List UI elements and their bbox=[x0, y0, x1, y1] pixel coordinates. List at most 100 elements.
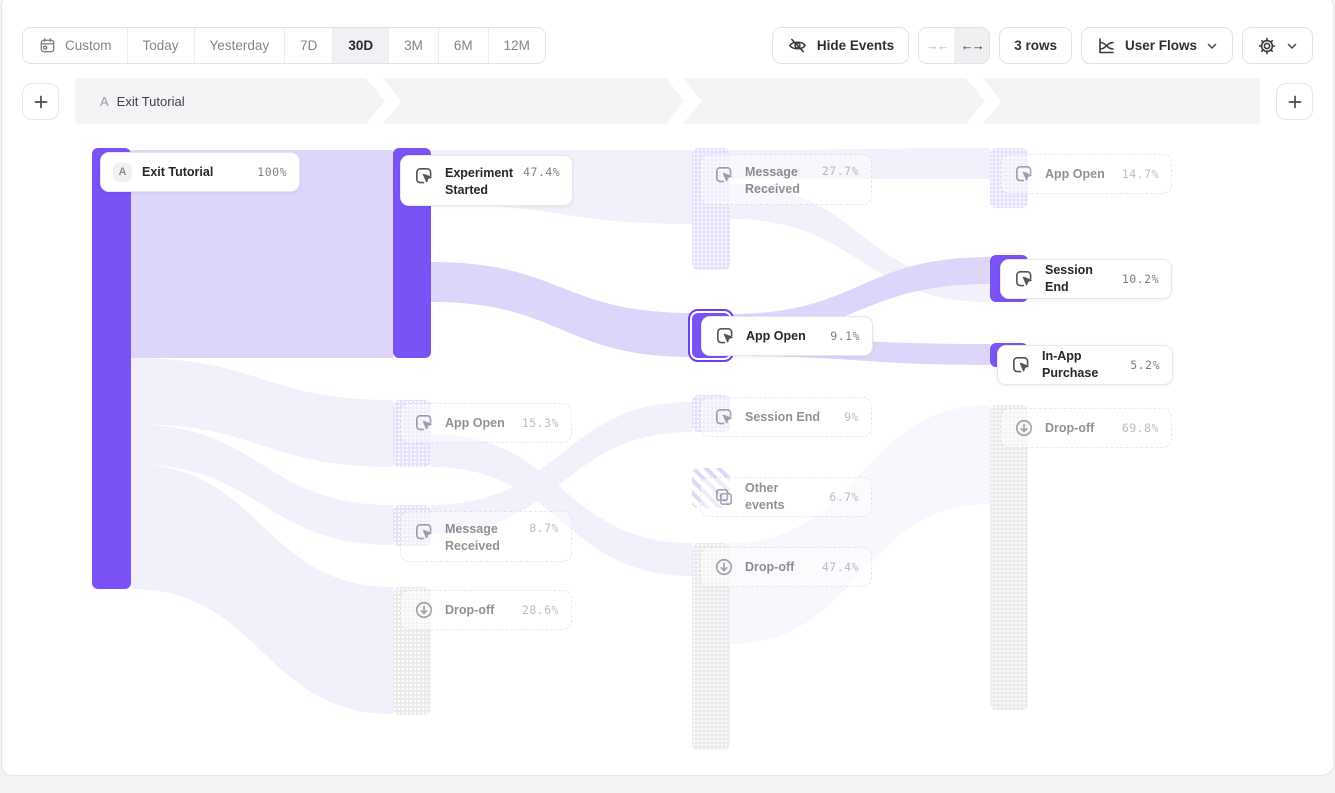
step-letter: A bbox=[100, 94, 109, 109]
expand-columns-button[interactable]: ←→ bbox=[954, 28, 989, 63]
node-label: Message Received bbox=[745, 164, 812, 198]
flow-node-card-app-open-3[interactable]: App Open9.1% bbox=[701, 316, 873, 356]
date-range-30d[interactable]: 30D bbox=[332, 28, 388, 63]
calendar-icon bbox=[38, 36, 57, 55]
node-label: Session End bbox=[1045, 262, 1112, 296]
date-range-3m[interactable]: 3M bbox=[388, 28, 438, 63]
node-percentage: 9.1% bbox=[830, 329, 860, 343]
node-label: Exit Tutorial bbox=[142, 164, 247, 181]
flow-node-card-other-events-3[interactable]: Other events 6.7% bbox=[700, 477, 872, 517]
date-range-label: Today bbox=[143, 38, 179, 53]
flow-link-drop-off-3--drop-off-4 bbox=[730, 405, 990, 644]
node-label: Session End bbox=[745, 409, 834, 426]
step-name: Exit Tutorial bbox=[117, 94, 185, 109]
date-range-group: Custom Today Yesterday 7D 30D 3M 6M 12M bbox=[22, 27, 546, 64]
date-range-custom[interactable]: Custom bbox=[23, 28, 127, 63]
node-percentage: 69.8% bbox=[1122, 421, 1159, 435]
node-label: In-App Purchase bbox=[1042, 348, 1120, 382]
date-range-label: Yesterday bbox=[210, 38, 270, 53]
sankey-canvas: A Exit Tutorial 100% Experiment Started 47.4… bbox=[0, 124, 1335, 776]
event-icon bbox=[713, 164, 735, 186]
flow-node-bar-exit-tutorial-1[interactable] bbox=[92, 148, 131, 589]
event-icon bbox=[713, 406, 735, 428]
plus-icon bbox=[33, 94, 49, 110]
flow-links-layer bbox=[0, 124, 1335, 776]
date-range-label: 6M bbox=[454, 38, 473, 53]
node-percentage: 100% bbox=[257, 165, 287, 179]
view-selector-button[interactable]: User Flows bbox=[1081, 27, 1233, 64]
event-icon bbox=[413, 165, 435, 187]
node-percentage: 27.7% bbox=[822, 164, 859, 178]
node-percentage: 10.2% bbox=[1122, 272, 1159, 286]
drop-off-icon bbox=[1013, 417, 1035, 439]
flow-node-card-session-end-4[interactable]: Session End 10.2% bbox=[1000, 259, 1172, 299]
node-label: Drop-off bbox=[445, 602, 512, 619]
node-percentage: 15.3% bbox=[522, 416, 559, 430]
flow-node-card-experiment-started-2[interactable]: Experiment Started 47.4% bbox=[400, 155, 573, 206]
eye-off-icon bbox=[787, 35, 808, 56]
flow-node-card-drop-off-2[interactable]: Drop-off 28.6% bbox=[400, 590, 572, 630]
plus-icon bbox=[1287, 94, 1303, 110]
step-chevron-separators bbox=[75, 78, 1260, 124]
toolbar-right-cluster: Hide Events →← ←→ 3 rows User Flows bbox=[772, 27, 1313, 64]
date-range-12m[interactable]: 12M bbox=[488, 28, 545, 63]
funnel-step-bar[interactable]: A Exit Tutorial bbox=[75, 78, 1260, 124]
node-percentage: 5.2% bbox=[1130, 358, 1160, 372]
hide-events-button[interactable]: Hide Events bbox=[772, 27, 909, 64]
node-label: Drop-off bbox=[1045, 420, 1112, 437]
date-range-7d[interactable]: 7D bbox=[284, 28, 332, 63]
node-percentage: 8.7% bbox=[529, 521, 559, 535]
event-icon bbox=[413, 412, 435, 434]
hide-events-label: Hide Events bbox=[817, 38, 894, 53]
event-icon bbox=[714, 325, 736, 347]
node-label: Experiment Started bbox=[445, 165, 513, 199]
flow-node-card-drop-off-3[interactable]: Drop-off 47.4% bbox=[700, 547, 872, 587]
date-range-yesterday[interactable]: Yesterday bbox=[194, 28, 285, 63]
settings-button[interactable] bbox=[1242, 27, 1313, 64]
node-label: Other events bbox=[745, 480, 819, 514]
add-step-left-button[interactable] bbox=[22, 83, 59, 120]
date-range-6m[interactable]: 6M bbox=[438, 28, 488, 63]
node-percentage: 14.7% bbox=[1122, 167, 1159, 181]
add-step-right-button[interactable] bbox=[1276, 83, 1313, 120]
gear-icon bbox=[1257, 36, 1277, 56]
event-icon bbox=[413, 521, 435, 543]
view-selector-label: User Flows bbox=[1125, 38, 1197, 53]
flow-link-experiment-started-2--app-open-3 bbox=[431, 262, 692, 357]
node-label: App Open bbox=[445, 415, 512, 432]
date-range-label: 30D bbox=[348, 38, 373, 53]
node-percentage: 47.4% bbox=[822, 560, 859, 574]
rows-button[interactable]: 3 rows bbox=[999, 27, 1072, 64]
node-percentage: 47.4% bbox=[523, 165, 560, 179]
node-percentage: 28.6% bbox=[522, 603, 559, 617]
event-icon bbox=[1013, 163, 1035, 185]
user-flows-icon bbox=[1096, 36, 1116, 56]
drop-off-icon bbox=[413, 599, 435, 621]
flow-node-card-app-open-2[interactable]: App Open 15.3% bbox=[400, 403, 572, 443]
step-letter-badge: A bbox=[113, 163, 132, 182]
flow-node-card-message-received-2[interactable]: Message Received 8.7% bbox=[400, 511, 572, 562]
chevron-down-icon bbox=[1286, 40, 1298, 52]
node-percentage: 9% bbox=[844, 410, 859, 424]
flow-node-card-exit-tutorial-1[interactable]: A Exit Tutorial 100% bbox=[100, 152, 300, 192]
width-toggle-group: →← ←→ bbox=[918, 27, 990, 64]
rows-label: 3 rows bbox=[1014, 38, 1057, 53]
collapse-columns-button[interactable]: →← bbox=[919, 28, 954, 63]
node-label: Message Received bbox=[445, 521, 519, 555]
flow-node-card-app-open-4[interactable]: App Open 14.7% bbox=[1000, 154, 1172, 194]
toolbar: Custom Today Yesterday 7D 30D 3M 6M 12M Hide Ev… bbox=[0, 27, 1335, 65]
event-icon bbox=[1013, 268, 1035, 290]
event-icon bbox=[1010, 354, 1032, 376]
node-percentage: 6.7% bbox=[829, 490, 859, 504]
chevron-down-icon bbox=[1206, 40, 1218, 52]
other-events-icon bbox=[713, 486, 735, 508]
node-label: App Open bbox=[1045, 166, 1112, 183]
date-range-today[interactable]: Today bbox=[127, 28, 194, 63]
step-label: A Exit Tutorial bbox=[100, 78, 185, 124]
flow-node-card-drop-off-4[interactable]: Drop-off 69.8% bbox=[1000, 408, 1172, 448]
node-label: Drop-off bbox=[745, 559, 812, 576]
flow-node-card-in-app-purchase-4[interactable]: In-App Purchase 5.2% bbox=[997, 345, 1173, 385]
flow-node-card-session-end-3[interactable]: Session End 9% bbox=[700, 397, 872, 437]
flow-node-bar-drop-off-4[interactable] bbox=[990, 405, 1028, 710]
flow-node-card-message-received-3[interactable]: Message Received 27.7% bbox=[700, 154, 872, 205]
